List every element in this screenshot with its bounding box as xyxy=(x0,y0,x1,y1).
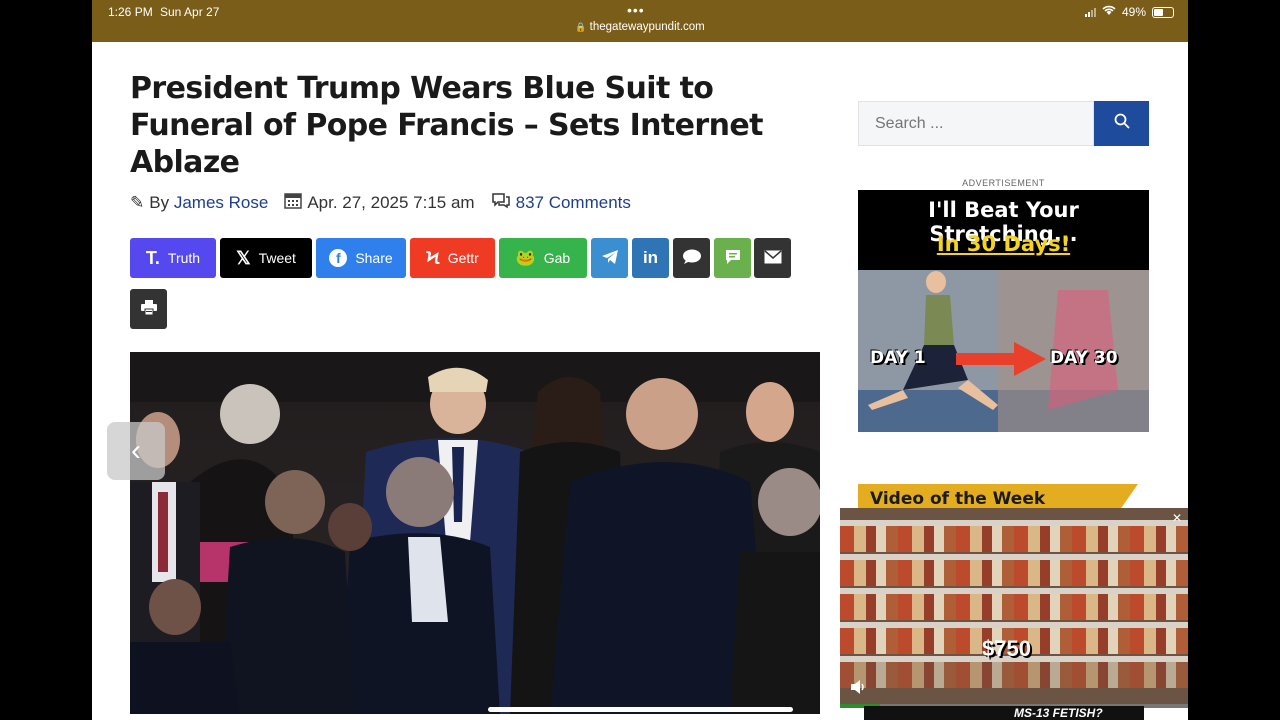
cellular-signal-icon xyxy=(1084,7,1096,17)
home-indicator[interactable] xyxy=(488,707,793,712)
search-input[interactable] xyxy=(858,101,1094,146)
battery-icon xyxy=(1152,6,1174,18)
address-bar[interactable]: 🔒 thegatewaypundit.com xyxy=(92,21,1188,33)
lock-icon: 🔒 xyxy=(575,22,587,32)
multitask-dots-icon[interactable]: ••• xyxy=(627,2,645,18)
comments-icon xyxy=(491,192,511,214)
email-icon xyxy=(764,249,782,267)
telegram-icon xyxy=(601,249,619,268)
author-link[interactable]: James Rose xyxy=(174,193,268,213)
share-tweet-button[interactable]: 𝕏 Tweet xyxy=(220,238,312,278)
share-facebook-button[interactable]: f Share xyxy=(316,238,406,278)
truth-social-icon: T. xyxy=(145,247,160,268)
search-icon xyxy=(1114,113,1130,134)
video-of-week-title: Video of the Week xyxy=(870,489,1046,509)
previous-article-chevron-icon[interactable]: ‹ xyxy=(107,422,165,480)
ad-day-end: DAY 30 xyxy=(1050,348,1118,368)
speech-bubble-icon xyxy=(682,249,702,268)
pencil-icon: ✎ xyxy=(130,192,145,212)
share-bar: T. Truth 𝕏 Tweet f Share Ϟ Gettr 🐸 Gab in xyxy=(130,238,810,333)
url-text: thegatewaypundit.com xyxy=(589,21,705,33)
comments-link[interactable]: 837 Comments xyxy=(516,193,631,213)
share-email-button[interactable] xyxy=(754,238,791,278)
arrow-right-icon xyxy=(956,342,1046,381)
share-gab-button[interactable]: 🐸 Gab xyxy=(499,238,587,278)
battery-percent: 49% xyxy=(1121,5,1146,19)
share-comment-button[interactable] xyxy=(673,238,710,278)
share-sms-button[interactable] xyxy=(714,238,751,278)
print-button[interactable] xyxy=(130,289,167,329)
article-hero-image[interactable] xyxy=(130,352,820,714)
funeral-photo xyxy=(130,352,820,714)
sms-icon xyxy=(725,249,741,268)
facebook-icon: f xyxy=(329,249,348,267)
linkedin-icon: in xyxy=(642,248,659,267)
share-gettr-button[interactable]: Ϟ Gettr xyxy=(410,238,495,278)
advertisement-label: ADVERTISEMENT xyxy=(962,178,1045,188)
video-price-overlay: $750 xyxy=(982,636,1031,661)
x-icon: 𝕏 xyxy=(236,247,251,268)
video-player[interactable]: $750 ✕ xyxy=(840,508,1188,708)
sidebar-search xyxy=(858,101,1149,146)
share-truth-button[interactable]: T. Truth xyxy=(130,238,216,278)
gettr-icon: Ϟ xyxy=(426,247,440,268)
print-icon xyxy=(140,300,157,318)
calendar-icon xyxy=(284,191,303,214)
post-date: Apr. 27, 2025 7:15 am xyxy=(307,192,475,212)
wifi-icon xyxy=(1102,5,1116,19)
search-button[interactable] xyxy=(1094,101,1149,146)
stretching-ad[interactable]: I'll Beat Your Stretching... In 30 Days!… xyxy=(858,190,1149,432)
share-telegram-button[interactable] xyxy=(591,238,628,278)
article-meta: ✎ By James Rose Apr. 27, 2025 7:15 am 83… xyxy=(130,191,631,214)
close-icon[interactable]: ✕ xyxy=(1172,511,1182,525)
next-sidebar-item[interactable]: MS-13 FETISH? xyxy=(864,706,1144,720)
status-date: Sun Apr 27 xyxy=(160,5,220,19)
ad-subheadline: In 30 Days! xyxy=(936,232,1071,256)
article-title: President Trump Wears Blue Suit to Funer… xyxy=(130,71,763,180)
share-linkedin-button[interactable]: in xyxy=(632,238,669,278)
ad-day-start: DAY 1 xyxy=(870,348,926,368)
by-label: By xyxy=(149,192,170,212)
gab-icon: 🐸 xyxy=(515,250,536,267)
status-bar: 1:26 PM Sun Apr 27 ••• 🔒 thegatewaypundi… xyxy=(92,0,1188,42)
speaker-icon[interactable] xyxy=(850,680,866,699)
status-time: 1:26 PM xyxy=(108,5,153,19)
